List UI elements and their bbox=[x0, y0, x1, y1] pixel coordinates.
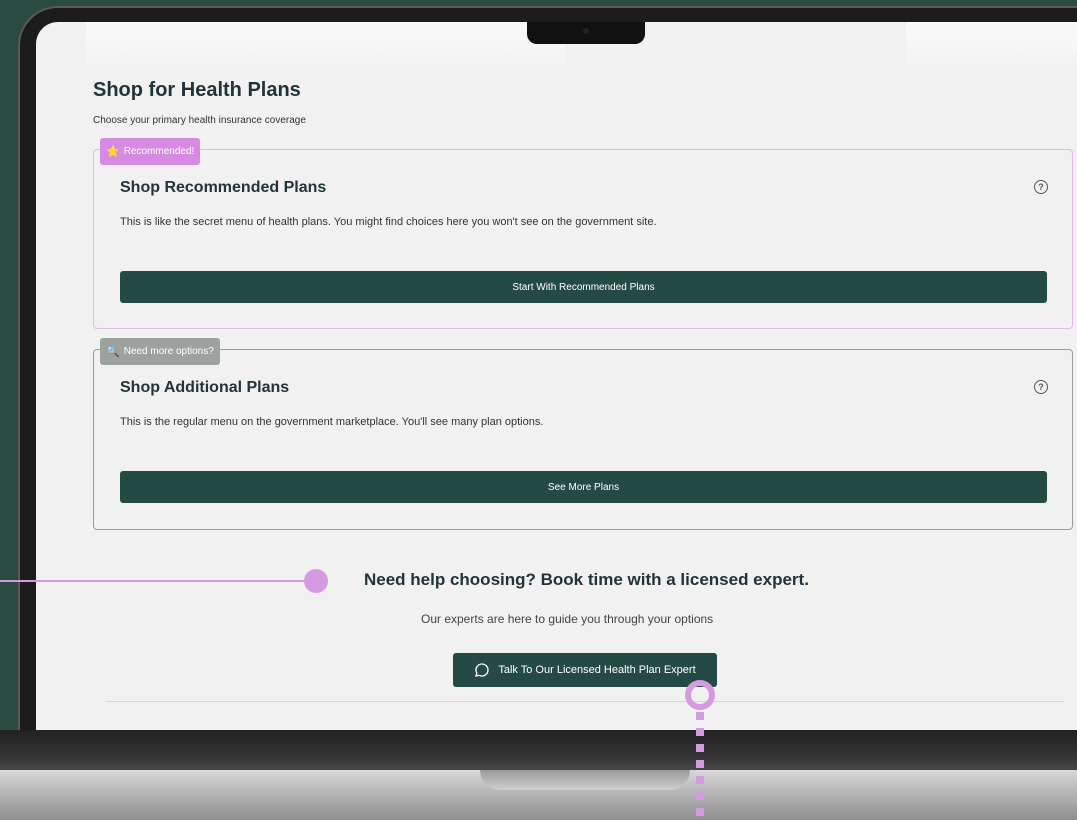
additional-badge: 🔍 Need more options? bbox=[100, 338, 220, 365]
talk-to-expert-label: Talk To Our Licensed Health Plan Expert bbox=[498, 664, 696, 676]
camera-notch bbox=[527, 22, 645, 44]
additional-badge-label: Need more options? bbox=[123, 346, 214, 357]
annotation-line bbox=[0, 580, 312, 582]
chat-bubble-icon bbox=[475, 663, 489, 677]
laptop-base-groove bbox=[480, 770, 690, 790]
additional-plans-title: Shop Additional Plans bbox=[120, 379, 290, 396]
expert-help-subtitle: Our experts are here to guide you throug… bbox=[421, 612, 714, 626]
magnifier-icon: 🔍 bbox=[106, 346, 120, 358]
see-more-plans-button[interactable]: See More Plans bbox=[120, 471, 1047, 503]
header-area bbox=[86, 22, 566, 77]
page-title: Shop for Health Plans bbox=[93, 79, 301, 101]
additional-plans-card: 🔍 Need more options? Shop Additional Pla… bbox=[93, 338, 1073, 530]
screen: Shop for Health Plans Choose your primar… bbox=[36, 22, 1077, 730]
expert-help-title: Need help choosing? Book time with a lic… bbox=[364, 570, 809, 589]
star-icon: ⭐ bbox=[106, 146, 120, 158]
help-icon[interactable]: ? bbox=[1034, 380, 1048, 394]
divider bbox=[106, 701, 1064, 702]
start-recommended-plans-button[interactable]: Start With Recommended Plans bbox=[120, 271, 1047, 303]
recommended-badge-label: Recommended! bbox=[123, 146, 195, 157]
recommended-badge: ⭐ Recommended! bbox=[100, 138, 201, 165]
annotation-dot bbox=[304, 569, 328, 593]
camera-icon bbox=[583, 28, 589, 34]
header-area-right bbox=[906, 22, 1077, 77]
help-icon[interactable]: ? bbox=[1034, 180, 1048, 194]
additional-plans-description: This is the regular menu on the governme… bbox=[120, 416, 544, 428]
talk-to-expert-button[interactable]: Talk To Our Licensed Health Plan Expert bbox=[453, 653, 717, 687]
recommended-plans-card: ⭐ Recommended! Shop Recommended Plans ? … bbox=[93, 138, 1073, 329]
annotation-ring bbox=[685, 680, 715, 710]
recommended-plans-description: This is like the secret menu of health p… bbox=[120, 216, 657, 228]
recommended-plans-title: Shop Recommended Plans bbox=[120, 179, 327, 196]
annotation-dashed-line bbox=[696, 712, 704, 820]
laptop-chin bbox=[0, 730, 1077, 772]
page-subtitle: Choose your primary health insurance cov… bbox=[93, 115, 306, 126]
